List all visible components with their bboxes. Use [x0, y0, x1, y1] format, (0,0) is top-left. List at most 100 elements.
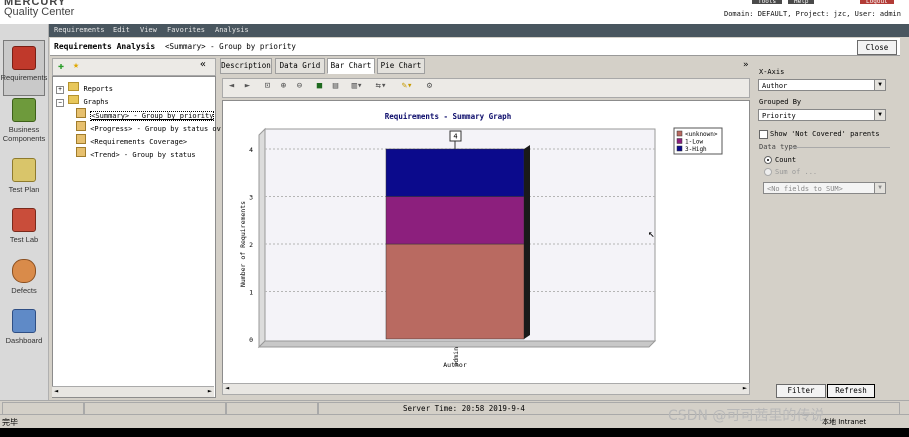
- nav-test-lab[interactable]: Test Lab: [0, 208, 48, 244]
- count-radio[interactable]: [764, 156, 772, 164]
- filter-button[interactable]: Filter: [776, 384, 826, 398]
- legend-label-3: 3-High: [685, 146, 707, 153]
- tree-item-label: <Summary> - Group by priority: [90, 111, 215, 121]
- tab-bar-chart[interactable]: Bar Chart: [327, 58, 375, 74]
- collapse-tree-icon[interactable]: «: [200, 59, 206, 70]
- nav-requirements-label: Requirements: [0, 73, 48, 82]
- fit-icon[interactable]: ⊡: [262, 81, 273, 92]
- browser-status-done: 完毕: [2, 418, 18, 427]
- scroll-right-icon[interactable]: ►: [743, 384, 747, 392]
- legend-label-1: <unknown>: [685, 131, 718, 138]
- zoom-out-icon[interactable]: ⊖: [294, 81, 305, 92]
- close-button[interactable]: Close: [857, 40, 897, 55]
- tab-description[interactable]: Description: [220, 58, 272, 74]
- bar-side-face: [524, 145, 530, 339]
- tree-item-label: <Trend> - Group by status: [90, 151, 196, 159]
- expand-panel-icon[interactable]: »: [743, 60, 748, 70]
- bottom-edge: [0, 428, 909, 437]
- groupby-label: Grouped By: [759, 98, 802, 106]
- tools-link[interactable]: Tools: [752, 0, 783, 5]
- sum-of-radio[interactable]: [764, 168, 772, 176]
- forward-icon[interactable]: ►: [242, 81, 253, 92]
- graph-icon: [76, 121, 86, 131]
- tree-item-label: <Requirements Coverage>: [90, 138, 188, 146]
- zoom-in-icon[interactable]: ⊕: [278, 81, 289, 92]
- xaxis-select[interactable]: Author ▼: [758, 79, 886, 91]
- page-title: Requirements Analysis: [54, 42, 156, 51]
- menu-view[interactable]: View: [140, 26, 157, 34]
- chevron-down-icon[interactable]: ▼: [874, 183, 885, 193]
- groupby-select[interactable]: Priority ▼: [758, 109, 886, 121]
- tree-node-label: Graphs: [83, 98, 109, 106]
- menu-edit[interactable]: Edit: [113, 26, 130, 34]
- chart-title: Requirements - Summary Graph: [385, 112, 511, 121]
- logout-link[interactable]: Logout: [860, 0, 894, 5]
- refresh-button[interactable]: Refresh: [827, 384, 875, 398]
- y-tick-label: 1: [249, 289, 253, 297]
- y-tick-label: 4: [249, 146, 253, 154]
- y-axis-label: Number of Requirements: [239, 201, 247, 287]
- favorite-star-icon[interactable]: ★: [73, 60, 79, 71]
- y-tick-label: 0: [249, 336, 253, 344]
- edit-dropdown-icon[interactable]: ✎▾: [398, 81, 416, 92]
- menu-analysis[interactable]: Analysis: [215, 26, 249, 34]
- session-context: Domain: DEFAULT, Project: jzc, User: adm…: [723, 10, 901, 18]
- tree-item-progress[interactable]: <Progress> - Group by status ov: [76, 121, 221, 133]
- xaxis-value: Author: [762, 82, 788, 90]
- back-icon[interactable]: ◄: [226, 81, 237, 92]
- tree-item-trend[interactable]: <Trend> - Group by status: [76, 147, 196, 159]
- scroll-left-icon[interactable]: ◄: [225, 384, 229, 392]
- legend-swatch-2: [676, 138, 683, 144]
- graph-icon: [76, 134, 86, 144]
- tree-node-reports[interactable]: + Reports: [56, 82, 113, 94]
- bar-segment-1: [385, 243, 525, 340]
- show-not-covered-label: Show 'Not Covered' parents: [770, 130, 880, 138]
- sum-field-placeholder: <No fields to SUM>: [767, 185, 843, 193]
- tab-pie-chart[interactable]: Pie Chart: [377, 58, 425, 74]
- scroll-right-icon[interactable]: ►: [208, 387, 212, 395]
- chevron-down-icon[interactable]: ▼: [874, 80, 885, 90]
- save-icon[interactable]: ■: [314, 81, 325, 92]
- tree-node-graphs[interactable]: − Graphs: [56, 95, 109, 107]
- server-time: Server Time: 20:58 2019-9-4: [403, 404, 525, 413]
- tree-horizontal-scrollbar[interactable]: ◄ ►: [52, 386, 214, 397]
- chevron-down-icon[interactable]: ▼: [874, 110, 885, 120]
- show-not-covered-checkbox[interactable]: [759, 130, 768, 139]
- folder-icon: [68, 95, 80, 104]
- expand-icon[interactable]: +: [56, 86, 64, 94]
- nav-dashboard-label: Dashboard: [5, 336, 43, 345]
- brand-name: Quality Center: [4, 6, 75, 18]
- folder-icon: [68, 82, 80, 91]
- collapse-icon[interactable]: −: [56, 99, 64, 107]
- scroll-left-icon[interactable]: ◄: [54, 387, 58, 395]
- plot-floor: [257, 340, 657, 348]
- help-link[interactable]: Help: [788, 0, 815, 5]
- nav-business-components[interactable]: Business Components: [0, 98, 48, 143]
- sum-field-select[interactable]: <No fields to SUM> ▼: [763, 182, 886, 194]
- xaxis-label: X-Axis: [759, 68, 785, 76]
- send-dropdown-icon[interactable]: ⇆▾: [372, 81, 390, 92]
- business-components-icon: [12, 98, 36, 122]
- menu-requirements[interactable]: Requirements: [54, 26, 105, 34]
- print-icon[interactable]: ▤: [330, 81, 341, 92]
- count-label: Count: [775, 156, 797, 164]
- new-folder-icon[interactable]: ✚: [58, 61, 64, 72]
- nav-test-plan[interactable]: Test Plan: [0, 158, 48, 194]
- graph-icon: [76, 108, 86, 118]
- tree-item-summary[interactable]: <Summary> - Group by priority: [76, 108, 215, 121]
- bar-segment-2: [385, 196, 525, 245]
- settings-icon[interactable]: ⚙: [424, 81, 435, 92]
- test-plan-icon: [12, 158, 36, 182]
- menu-favorites[interactable]: Favorites: [167, 26, 205, 34]
- nav-dashboard[interactable]: Dashboard: [0, 309, 48, 345]
- nav-defects[interactable]: Defects: [0, 259, 48, 295]
- y-tick-label: 3: [249, 194, 253, 202]
- groupby-value: Priority: [762, 112, 796, 120]
- tree-item-coverage[interactable]: <Requirements Coverage>: [76, 134, 187, 146]
- nav-requirements[interactable]: Requirements: [0, 46, 48, 82]
- legend-swatch-3: [676, 145, 683, 152]
- tab-data-grid[interactable]: Data Grid: [275, 58, 325, 74]
- tree-item-label: <Progress> - Group by status ov: [90, 125, 221, 133]
- chart-horizontal-scrollbar[interactable]: ◄ ►: [222, 383, 750, 395]
- copy-dropdown-icon[interactable]: ▥▾: [348, 81, 366, 92]
